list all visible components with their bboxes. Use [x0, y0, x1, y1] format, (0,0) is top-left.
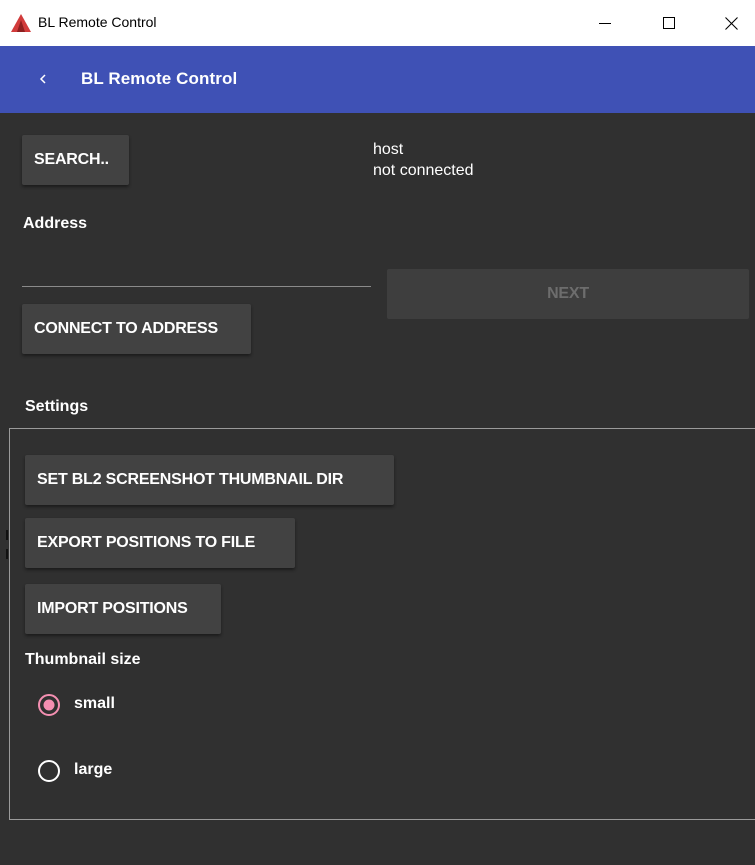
export-positions-button[interactable]: EXPORT POSITIONS TO FILE [25, 518, 295, 568]
import-positions-button[interactable]: IMPORT POSITIONS [25, 584, 221, 634]
minimize-button[interactable] [582, 0, 628, 46]
app-logo-icon [11, 14, 31, 32]
close-icon [724, 16, 738, 30]
address-label: Address [23, 215, 88, 232]
chevron-left-icon[interactable] [36, 70, 50, 88]
radio-small-selected-icon[interactable] [34, 690, 64, 720]
search-button[interactable]: SEARCH.. [22, 135, 129, 185]
minimize-icon [599, 23, 611, 24]
maximize-icon [663, 17, 675, 29]
panel-edge-mark [6, 549, 8, 559]
thumbnail-size-label: Thumbnail size [25, 651, 141, 668]
connect-to-address-button[interactable]: CONNECT TO ADDRESS [22, 304, 251, 354]
app-bar: BL Remote Control [0, 46, 755, 113]
settings-heading: Settings [25, 398, 89, 415]
radio-large-unselected-icon[interactable] [34, 756, 64, 786]
radio-large-label[interactable]: large [74, 761, 112, 779]
window-title: BL Remote Control [38, 14, 157, 30]
close-button[interactable] [708, 0, 754, 46]
set-thumbnail-dir-button[interactable]: SET BL2 SCREENSHOT THUMBNAIL DIR [25, 455, 394, 505]
app-bar-title: BL Remote Control [81, 69, 238, 88]
address-input[interactable] [22, 256, 371, 287]
host-label: host [373, 141, 404, 158]
panel-edge-mark [6, 530, 8, 540]
window-titlebar: BL Remote Control [0, 0, 755, 46]
radio-small-label[interactable]: small [74, 695, 115, 713]
connection-status: not connected [373, 162, 474, 179]
next-button[interactable]: NEXT [387, 269, 749, 319]
maximize-button[interactable] [646, 0, 692, 46]
